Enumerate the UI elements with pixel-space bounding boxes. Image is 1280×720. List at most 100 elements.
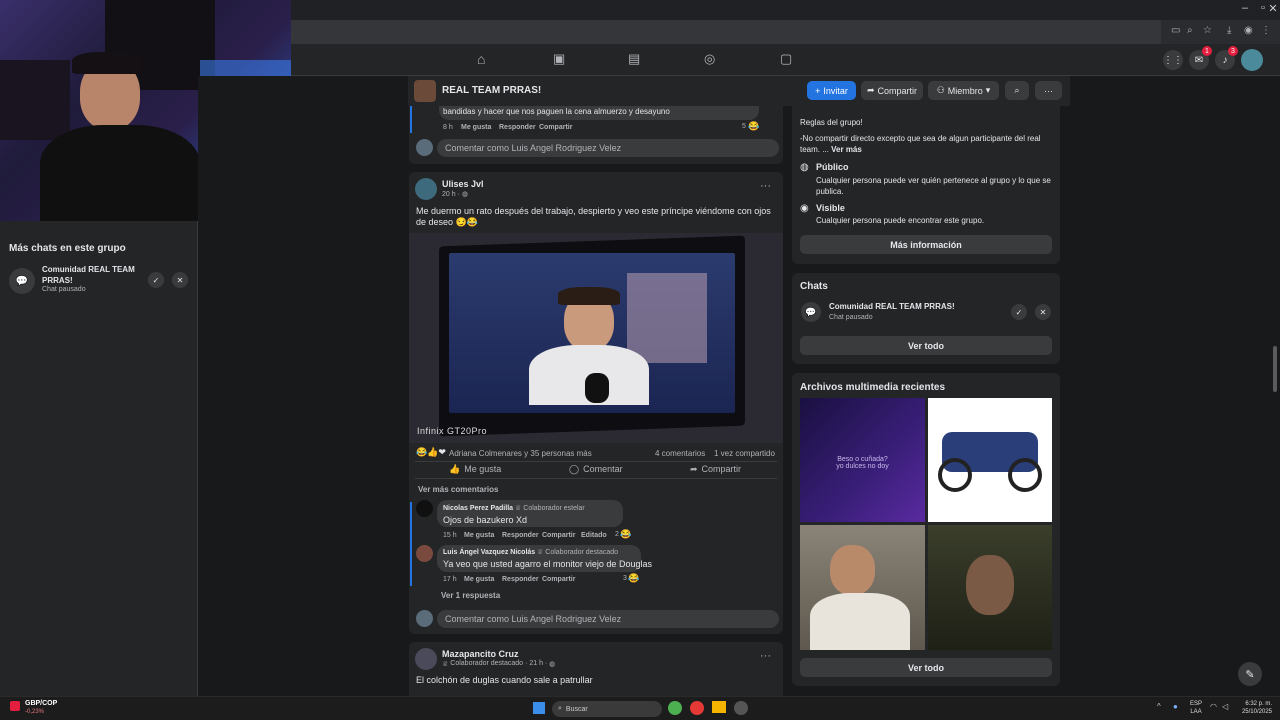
comment2-avatar[interactable] <box>416 545 433 562</box>
start-windows-icon[interactable] <box>533 702 545 714</box>
post-card: Ulises Jvl 20 h · ◍ ··· Me duermo un rat… <box>409 172 783 634</box>
post-time: 20 h · ◍ <box>442 190 468 198</box>
comment1-reply[interactable]: Responder <box>502 532 539 539</box>
comment1-author[interactable]: Nicolas Perez Padilla <box>443 505 513 512</box>
join-check-icon[interactable]: ✓ <box>148 272 164 288</box>
comment-input-1[interactable]: Comentar como Luis Angel Rodriguez Velez <box>437 139 779 157</box>
close-window-icon[interactable]: ✕ <box>1264 2 1280 18</box>
download-icon[interactable]: ⤓ <box>1227 25 1231 36</box>
post-author-avatar[interactable] <box>415 178 437 200</box>
media-thumb-1[interactable]: Beso o cuñada? yo dulces no doy <box>800 398 925 522</box>
comment-snippet: bandidas y hacer que nos paguen la cena … <box>443 107 670 116</box>
comment-reply-link[interactable]: Responder <box>499 124 536 131</box>
home-icon[interactable]: ⌂ <box>477 51 485 67</box>
cast-icon[interactable]: ▭ <box>1171 25 1180 36</box>
thread-line <box>410 106 412 133</box>
post-menu-dots-icon[interactable]: ··· <box>760 180 771 192</box>
chrome-icon[interactable] <box>668 701 682 715</box>
view-more-comments[interactable]: Ver más comentarios <box>418 485 498 494</box>
url-field[interactable] <box>291 20 1161 44</box>
view-one-reply[interactable]: Ver 1 respuesta <box>441 591 500 600</box>
media-thumb-2[interactable] <box>928 398 1052 522</box>
clock[interactable]: 6:32 p. m. 25/10/2025 <box>1240 700 1272 716</box>
comment-like-link[interactable]: Me gusta <box>461 124 491 131</box>
file-explorer-icon[interactable] <box>712 701 726 713</box>
comment2-reply[interactable]: Responder <box>502 576 539 583</box>
address-bar[interactable]: ▭ ⌕ ☆ ⤓ ◉ ⋮ <box>291 20 1280 44</box>
marketplace-icon[interactable]: ▤ <box>628 51 640 67</box>
see-all-chats-button[interactable]: Ver todo <box>800 336 1052 355</box>
tray-mic-icon[interactable]: ● <box>1173 702 1178 711</box>
comment-input-2[interactable]: Comentar como Luis Angel Rodriguez Velez <box>437 610 779 628</box>
left-chat-name[interactable]: Comunidad REAL TEAM PRRAS! <box>42 264 142 286</box>
page-scrollbar-thumb[interactable] <box>1273 346 1277 392</box>
chat-bubble-icon-2: 💬 <box>801 302 821 322</box>
apps-grid-icon[interactable]: ⋮⋮ <box>1163 50 1183 70</box>
windows-taskbar: GBP/COP -0,23% ⌕ Buscar ^ ● ESP LAA ◠ ◁ 6:… <box>0 696 1280 720</box>
comment-share-link[interactable]: Compartir <box>539 124 572 131</box>
more-info-button[interactable]: Más información <box>800 235 1052 254</box>
comment1-like[interactable]: Me gusta <box>464 532 494 539</box>
account-avatar[interactable] <box>1241 49 1263 71</box>
motorcycle-wheel-back <box>938 458 972 492</box>
post-image[interactable]: Infinix GT20Pro <box>409 233 783 443</box>
comment2-like[interactable]: Me gusta <box>464 576 494 583</box>
gaming-icon[interactable]: ▢ <box>780 51 792 67</box>
media-thumb-4[interactable] <box>928 525 1052 650</box>
comment-input-placeholder-2: Comentar como Luis Angel Rodriguez Velez <box>445 614 622 624</box>
taskbar-search[interactable]: ⌕ Buscar <box>552 701 662 717</box>
group-title[interactable]: REAL TEAM PRRAS! <box>442 85 541 96</box>
reactions-summary[interactable]: Adriana Colmenares y 35 personas más <box>449 449 592 458</box>
post2-author[interactable]: Mazapancito Cruz <box>442 649 519 659</box>
invite-button[interactable]: + Invitar <box>807 81 856 100</box>
comment1-avatar[interactable] <box>416 500 433 517</box>
groups-icon[interactable]: ◎ <box>704 51 715 67</box>
dismiss-close-icon[interactable]: ✕ <box>172 272 188 288</box>
zoom-icon[interactable]: ⌕ <box>1187 25 1193 36</box>
ticker-symbol[interactable]: GBP/COP <box>25 700 57 707</box>
more-options-button[interactable]: ··· <box>1035 81 1062 100</box>
wifi-icon[interactable]: ◠ <box>1210 702 1217 711</box>
video-icon[interactable]: ▣ <box>553 51 565 67</box>
shares-count[interactable]: 1 vez compartido <box>714 449 775 458</box>
left-chat-status: Chat pausado <box>42 286 86 293</box>
globe-icon: ◍ <box>461 191 468 198</box>
minimize-icon[interactable]: – <box>1236 2 1254 18</box>
language-indicator[interactable]: ESP LAA <box>1190 700 1202 716</box>
share-arrow-icon: ➦ <box>866 85 875 95</box>
sidebar-chat-name[interactable]: Comunidad REAL TEAM PRRAS! <box>829 302 955 311</box>
post-author[interactable]: Ulises Jvl <box>442 179 484 189</box>
share-group-button[interactable]: ➦ Compartir <box>861 81 923 100</box>
new-message-edit-icon[interactable]: ✎ <box>1238 662 1262 686</box>
member-button[interactable]: ⚇ Miembro ▾ <box>928 81 999 100</box>
comment2-author[interactable]: Luis Ángel Vazquez Nicolás <box>443 549 535 556</box>
divider-2 <box>415 478 777 479</box>
post2-author-avatar[interactable] <box>415 648 437 670</box>
comments-count[interactable]: 4 comentarios <box>655 449 705 458</box>
post-comment-button[interactable]: ◯ Comentar <box>569 464 623 475</box>
search-group-button[interactable]: ⌕ <box>1005 81 1029 100</box>
volume-icon[interactable]: ◁ <box>1222 702 1228 711</box>
post-share-button[interactable]: ➦ Compartir <box>690 464 741 475</box>
thumb3-face <box>830 545 875 595</box>
comment1-share[interactable]: Compartir <box>542 532 575 539</box>
see-all-media-button[interactable]: Ver todo <box>800 658 1052 677</box>
post-like-button[interactable]: 👍 Me gusta <box>449 464 501 475</box>
screen-mic <box>585 373 609 403</box>
tray-chevron-icon[interactable]: ^ <box>1157 702 1161 711</box>
sidebar-join-check-icon[interactable]: ✓ <box>1011 304 1027 320</box>
menu-dots-icon[interactable]: ⋮ <box>1261 25 1271 36</box>
rules-see-more[interactable]: Ver más <box>831 145 862 154</box>
chats-title: Chats <box>800 281 828 292</box>
app-icon[interactable] <box>734 701 748 715</box>
media-thumb-3[interactable] <box>800 525 925 650</box>
post2-menu-dots-icon[interactable]: ··· <box>760 650 771 662</box>
star-icon[interactable]: ☆ <box>1203 25 1212 36</box>
rules-text: -No compartir directo excepto que sea de… <box>800 133 1050 155</box>
sidebar-dismiss-icon[interactable]: ✕ <box>1035 304 1051 320</box>
reaction-icons: 😂👍❤ <box>416 447 446 457</box>
profile-icon[interactable]: ◉ <box>1244 25 1253 36</box>
comment2-badge: ♕ Colaborador destacado <box>537 548 618 557</box>
comment2-share[interactable]: Compartir <box>542 576 575 583</box>
opera-icon[interactable] <box>690 701 704 715</box>
